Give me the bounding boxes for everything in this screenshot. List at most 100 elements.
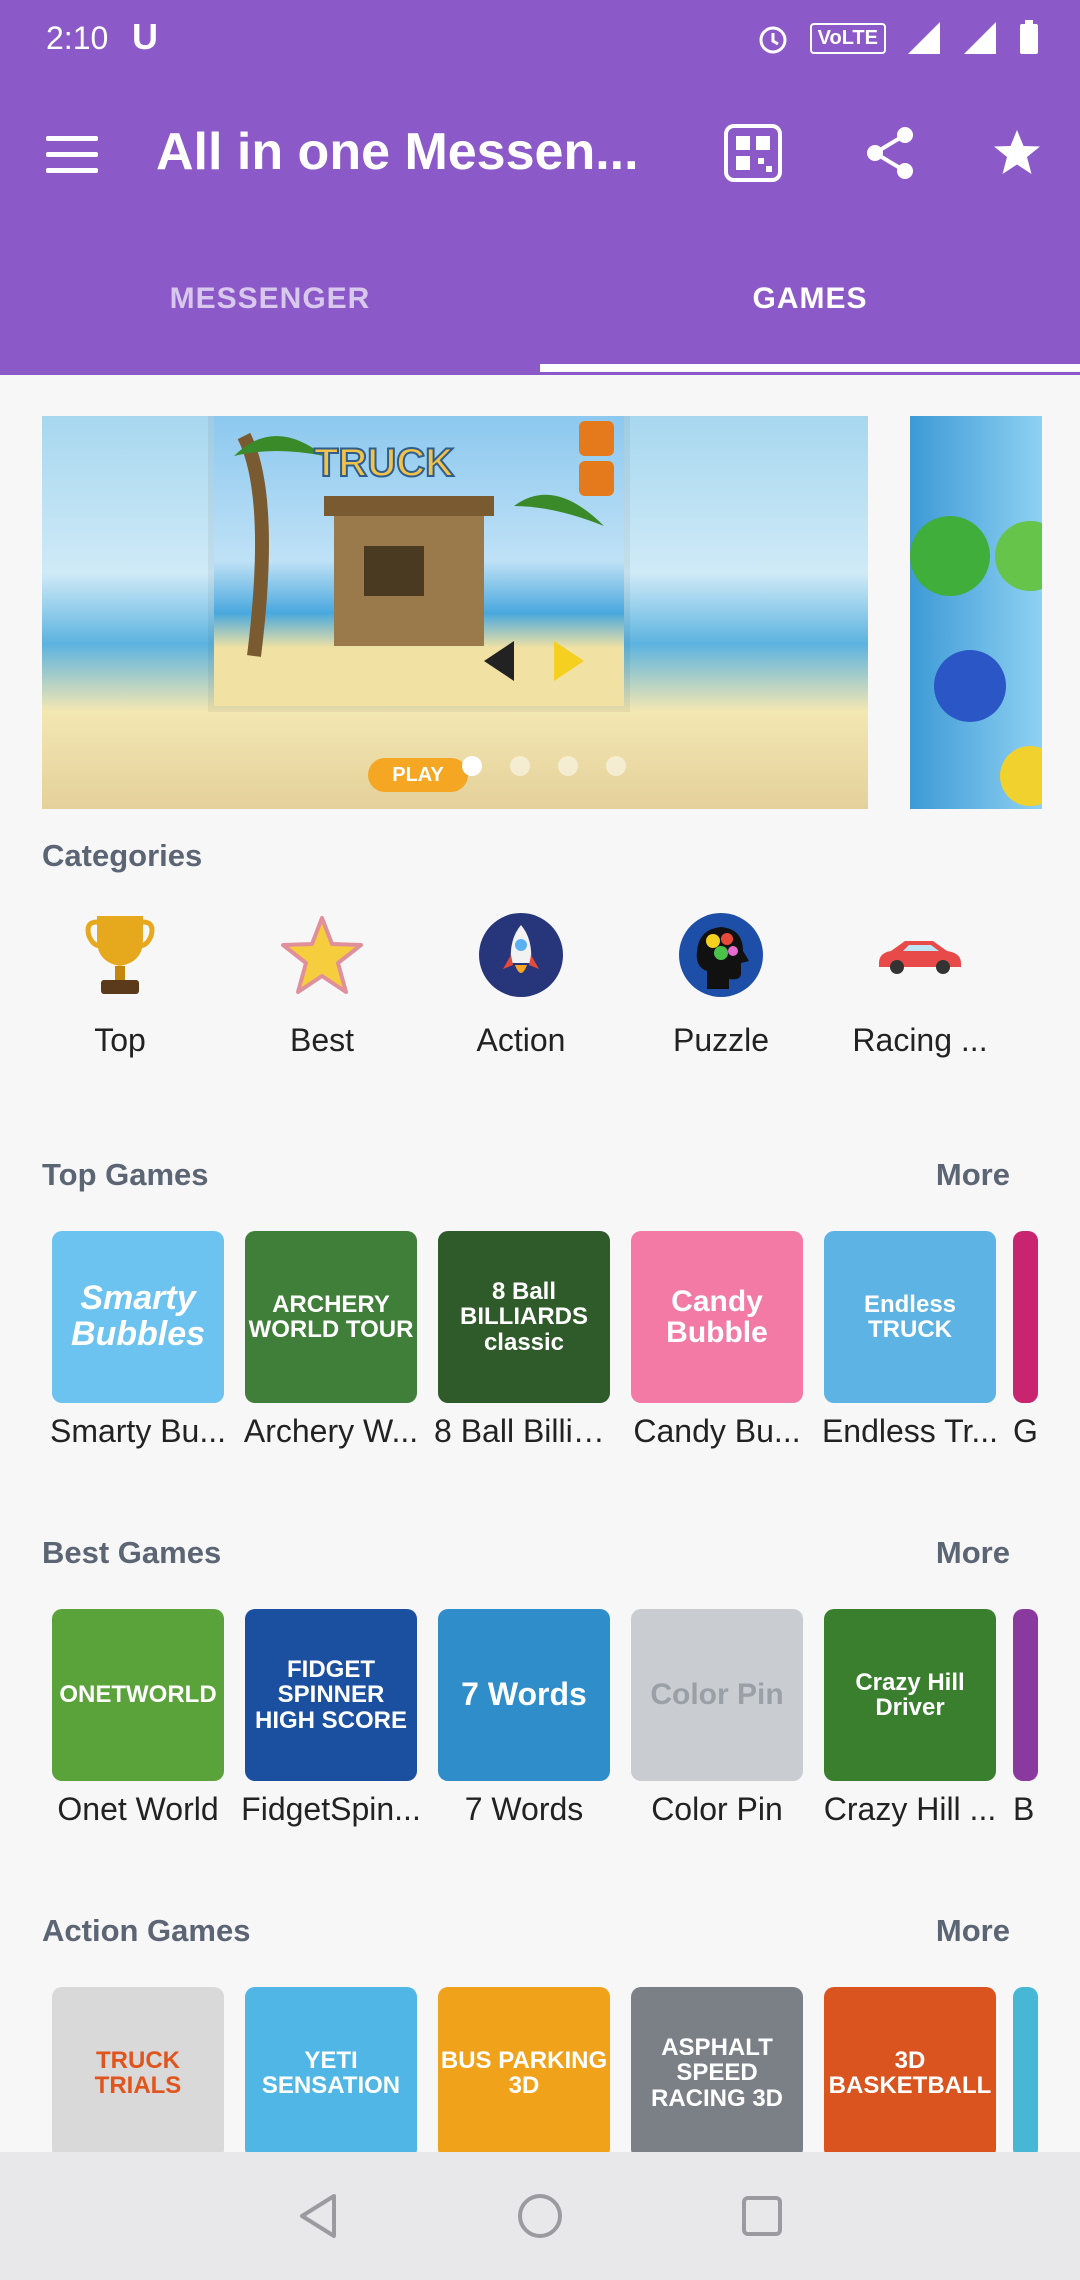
battery-icon xyxy=(1020,20,1038,54)
game-card[interactable] xyxy=(1013,1987,1038,2159)
category-top[interactable]: Top xyxy=(45,910,195,1059)
game-card[interactable]: Candy Bubble Candy Bu... xyxy=(627,1231,807,1450)
game-card[interactable]: 7 Words 7 Words xyxy=(434,1609,614,1828)
categories-title: Categories xyxy=(42,838,203,873)
game-card[interactable]: Endless TRUCK Endless Tr... xyxy=(820,1231,1000,1450)
rocket-icon xyxy=(476,910,566,1000)
top-app-bar: 2:10 U VoLTE All in one Messen... MESSEN… xyxy=(0,0,1080,375)
game-name: Color Pin xyxy=(651,1791,783,1827)
category-racing[interactable]: Racing ... xyxy=(845,910,995,1059)
game-name: 7 Words xyxy=(464,1791,584,1827)
game-thumbnail: FIDGET SPINNER HIGH SCORE xyxy=(245,1609,417,1781)
game-thumbnail-art: FIDGET SPINNER HIGH SCORE xyxy=(254,1656,407,1734)
game-thumbnail-art: ONETWORLD xyxy=(59,1681,217,1709)
game-thumbnail: ARCHERY WORLD TOUR xyxy=(245,1231,417,1403)
svg-text:TRUCK: TRUCK xyxy=(314,441,454,485)
carousel-dots xyxy=(462,756,626,776)
banner-slide-smarty-bubbles[interactable] xyxy=(910,416,1042,809)
game-card[interactable]: Bl xyxy=(1013,1609,1038,1828)
game-thumbnail xyxy=(1013,1609,1038,1781)
game-card[interactable]: BUS PARKING 3D xyxy=(434,1987,614,2159)
game-card[interactable]: FIDGET SPINNER HIGH SCORE FidgetSpin... xyxy=(241,1609,421,1828)
game-card[interactable]: ASPHALT SPEED RACING 3D xyxy=(627,1987,807,2159)
banner-game-art: TRUCK xyxy=(214,416,624,706)
game-thumbnail-art: TRUCK TRIALS xyxy=(94,2046,182,2099)
banner-slide-endless-truck[interactable]: TRUCK PLAY xyxy=(42,416,868,809)
game-thumbnail-art: 3D BASKETBALL xyxy=(828,2046,992,2099)
game-card[interactable]: Color Pin Color Pin xyxy=(627,1609,807,1828)
back-icon[interactable] xyxy=(292,2190,344,2242)
trophy-icon xyxy=(75,910,165,1000)
game-thumbnail: ASPHALT SPEED RACING 3D xyxy=(631,1987,803,2159)
carousel-dot[interactable] xyxy=(510,756,530,776)
category-action[interactable]: Action xyxy=(446,910,596,1059)
game-thumbnail-art: 8 Ball BILLIARDS classic xyxy=(460,1278,588,1356)
game-name: G xyxy=(1013,1413,1038,1449)
system-nav-bar xyxy=(0,2152,1080,2280)
action-games-more-link[interactable]: More xyxy=(936,1913,1010,1949)
game-thumbnail: Color Pin xyxy=(631,1609,803,1781)
category-label: Action xyxy=(476,1022,566,1058)
tab-messenger[interactable]: MESSENGER xyxy=(0,282,540,316)
banner-carousel[interactable]: TRUCK PLAY xyxy=(42,416,1042,811)
category-best[interactable]: Best xyxy=(247,910,397,1059)
game-card[interactable]: G xyxy=(1013,1231,1038,1450)
game-card[interactable]: Crazy Hill Driver Crazy Hill ... xyxy=(820,1609,1000,1828)
game-thumbnail: Smarty Bubbles xyxy=(52,1231,224,1403)
category-label: Puzzle xyxy=(672,1022,770,1058)
page-title: All in one Messen... xyxy=(156,123,639,181)
best-games-more-link[interactable]: More xyxy=(936,1535,1010,1571)
game-thumbnail-art: Smarty Bubbles xyxy=(70,1279,206,1353)
volte-badge: VoLTE xyxy=(809,22,886,54)
game-thumbnail-art: YETI SENSATION xyxy=(261,2046,401,2099)
game-name: FidgetSpin... xyxy=(241,1791,421,1827)
category-puzzle[interactable]: Puzzle xyxy=(646,910,796,1059)
carousel-dot[interactable] xyxy=(606,756,626,776)
game-card[interactable]: YETI SENSATION xyxy=(241,1987,421,2159)
star-icon xyxy=(277,910,367,1000)
tab-bar: MESSENGER GAMES xyxy=(0,260,1080,375)
menu-icon[interactable] xyxy=(46,136,98,176)
game-thumbnail-art: BUS PARKING 3D xyxy=(440,2046,608,2099)
game-thumbnail: Endless TRUCK xyxy=(824,1231,996,1403)
signal-2-icon xyxy=(964,22,996,54)
alarm-icon xyxy=(759,26,787,54)
tab-games[interactable]: GAMES xyxy=(540,282,1080,316)
top-games-title: Top Games xyxy=(42,1157,209,1192)
game-thumbnail: 8 Ball BILLIARDS classic xyxy=(438,1231,610,1403)
star-favorite-icon[interactable] xyxy=(982,118,1052,188)
carousel-dot[interactable] xyxy=(558,756,578,776)
qr-code-icon[interactable] xyxy=(718,118,788,188)
game-name: Candy Bu... xyxy=(633,1413,801,1449)
signal-icon xyxy=(908,22,940,54)
head-puzzle-icon xyxy=(676,910,766,1000)
game-name: Bl xyxy=(1013,1791,1038,1827)
share-icon[interactable] xyxy=(855,118,925,188)
game-card[interactable]: Smarty Bubbles Smarty Bu... xyxy=(48,1231,228,1450)
top-games-more-link[interactable]: More xyxy=(936,1157,1010,1193)
home-icon[interactable] xyxy=(514,2190,566,2242)
carousel-dot[interactable] xyxy=(462,756,482,776)
game-thumbnail-art: Color Pin xyxy=(650,1678,784,1712)
game-card[interactable]: ONETWORLD Onet World xyxy=(48,1609,228,1828)
game-name: Onet World xyxy=(57,1791,219,1827)
game-card[interactable]: 3D BASKETBALL xyxy=(820,1987,1000,2159)
game-thumbnail-art: Candy Bubble xyxy=(666,1284,768,1349)
game-thumbnail: TRUCK TRIALS xyxy=(52,1987,224,2159)
banner-play-label: PLAY xyxy=(368,758,468,792)
status-app-icon: U xyxy=(132,16,158,57)
game-name: Archery W... xyxy=(243,1413,419,1449)
game-thumbnail: ONETWORLD xyxy=(52,1609,224,1781)
best-games-title: Best Games xyxy=(42,1535,222,1570)
category-label: Racing ... xyxy=(852,1022,988,1058)
game-card[interactable]: ARCHERY WORLD TOUR Archery W... xyxy=(241,1231,421,1450)
game-card[interactable]: 8 Ball BILLIARDS classic 8 Ball Billia..… xyxy=(434,1231,614,1450)
game-thumbnail-art: ASPHALT SPEED RACING 3D xyxy=(650,2034,783,2112)
game-thumbnail: 3D BASKETBALL xyxy=(824,1987,996,2159)
game-thumbnail: YETI SENSATION xyxy=(245,1987,417,2159)
game-card[interactable]: TRUCK TRIALS xyxy=(48,1987,228,2159)
recents-icon[interactable] xyxy=(736,2190,788,2242)
race-car-icon xyxy=(875,910,965,1000)
game-thumbnail-art: ARCHERY WORLD TOUR xyxy=(248,1290,414,1343)
game-thumbnail: Candy Bubble xyxy=(631,1231,803,1403)
